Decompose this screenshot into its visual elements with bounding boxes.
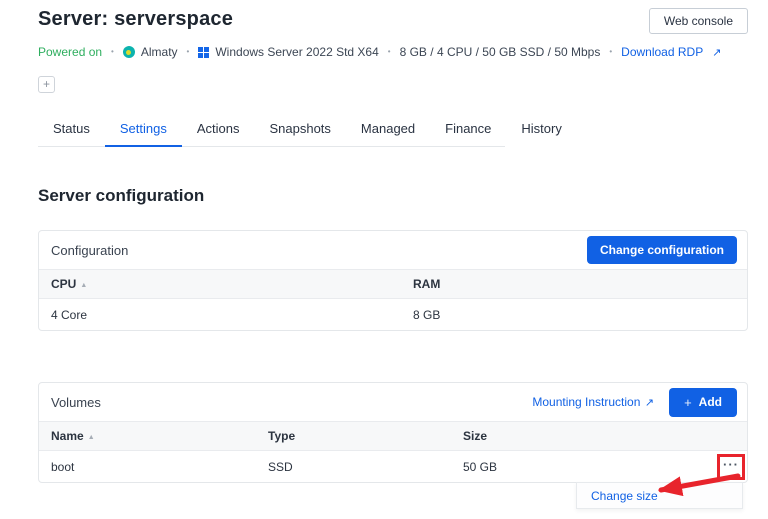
volume-size: 50 GB bbox=[463, 460, 498, 475]
external-link-icon: ↗ bbox=[712, 46, 722, 59]
column-header-ram[interactable]: RAM bbox=[401, 269, 747, 299]
web-console-button[interactable]: Web console bbox=[648, 8, 748, 34]
volumes-actions: Mounting Instruction ↗ + Add bbox=[532, 387, 737, 417]
external-link-icon: ↗ bbox=[644, 397, 655, 409]
section-title: Server configuration bbox=[38, 186, 205, 205]
volumes-card-header: Volumes Mounting Instruction ↗ + Add bbox=[39, 383, 747, 421]
column-header-type[interactable]: Type bbox=[256, 421, 451, 451]
volumes-table-header-row: Name ▲ Type Size bbox=[39, 421, 747, 451]
plus-icon: + bbox=[684, 394, 692, 410]
configuration-card-title: Configuration bbox=[51, 242, 129, 258]
dot-separator: • bbox=[609, 47, 613, 56]
download-rdp-link[interactable]: Download RDP bbox=[621, 45, 703, 59]
volume-type: SSD bbox=[268, 460, 293, 475]
page-header: Server: serverspace Web console bbox=[38, 8, 748, 34]
power-status: Powered on bbox=[38, 45, 103, 59]
server-status-bar: Powered on • Almaty • Windows Server 202… bbox=[38, 45, 721, 59]
volume-row-menu-dropdown: Change size bbox=[576, 482, 743, 509]
volume-row-boot: boot SSD 50 GB ··· bbox=[39, 451, 747, 484]
server-tabs: Status Settings Actions Snapshots Manage… bbox=[38, 112, 562, 147]
volume-name: boot bbox=[51, 460, 75, 475]
location-item: Almaty bbox=[122, 45, 178, 59]
dot-separator: • bbox=[387, 47, 391, 56]
cpu-value: 4 Core bbox=[51, 308, 88, 323]
configuration-card: Configuration Change configuration CPU ▲ … bbox=[38, 230, 748, 331]
row-menu-highlight-box: ··· bbox=[717, 454, 745, 481]
tab-finance[interactable]: Finance bbox=[430, 112, 506, 146]
server-detail-page: Server: serverspace Web console Powered … bbox=[0, 0, 768, 519]
column-header-size[interactable]: Size bbox=[451, 421, 747, 451]
dot-separator: • bbox=[111, 47, 114, 56]
windows-logo-icon bbox=[198, 46, 210, 58]
tab-status[interactable]: Status bbox=[38, 112, 105, 146]
configuration-card-header: Configuration Change configuration bbox=[39, 231, 747, 269]
tab-history[interactable]: History bbox=[506, 112, 576, 146]
change-size-menu-item[interactable]: Change size bbox=[591, 489, 658, 503]
volumes-card: Volumes Mounting Instruction ↗ + Add Nam… bbox=[38, 382, 748, 509]
add-volume-label: Add bbox=[698, 395, 722, 409]
configuration-row: 4 Core 8 GB bbox=[39, 299, 747, 332]
volumes-card-title: Volumes bbox=[51, 394, 101, 410]
os-item: Windows Server 2022 Std X64 bbox=[198, 45, 379, 59]
sort-asc-icon: ▲ bbox=[87, 434, 95, 441]
server-specs: 8 GB / 4 CPU / 50 GB SSD / 50 Mbps bbox=[399, 45, 601, 59]
location-flag-icon bbox=[122, 46, 135, 58]
os-label: Windows Server 2022 Std X64 bbox=[215, 45, 379, 59]
add-tag-button[interactable]: + bbox=[38, 76, 55, 93]
mounting-instruction-link[interactable]: Mounting Instruction bbox=[532, 395, 640, 409]
ram-value: 8 GB bbox=[413, 308, 441, 323]
location-label: Almaty bbox=[140, 45, 178, 59]
volume-size-cell: 50 GB ··· bbox=[451, 451, 747, 484]
page-title: Server: serverspace bbox=[38, 8, 234, 30]
tab-managed[interactable]: Managed bbox=[346, 112, 430, 146]
configuration-table: CPU ▲ RAM 4 Core 8 GB bbox=[39, 269, 747, 332]
configuration-table-header-row: CPU ▲ RAM bbox=[39, 269, 747, 299]
change-configuration-button[interactable]: Change configuration bbox=[587, 236, 737, 264]
volumes-table: Name ▲ Type Size boot SSD 50 GB ··· bbox=[39, 421, 747, 484]
column-header-name[interactable]: Name ▲ bbox=[39, 421, 256, 451]
sort-asc-icon: ▲ bbox=[80, 282, 88, 289]
dot-separator: • bbox=[186, 47, 190, 56]
add-volume-button[interactable]: + Add bbox=[669, 387, 737, 417]
tab-snapshots[interactable]: Snapshots bbox=[254, 112, 345, 146]
ellipsis-menu-icon[interactable]: ··· bbox=[723, 458, 739, 471]
tab-settings[interactable]: Settings bbox=[104, 112, 182, 147]
column-header-cpu[interactable]: CPU ▲ bbox=[39, 269, 401, 299]
tab-actions[interactable]: Actions bbox=[182, 112, 255, 146]
